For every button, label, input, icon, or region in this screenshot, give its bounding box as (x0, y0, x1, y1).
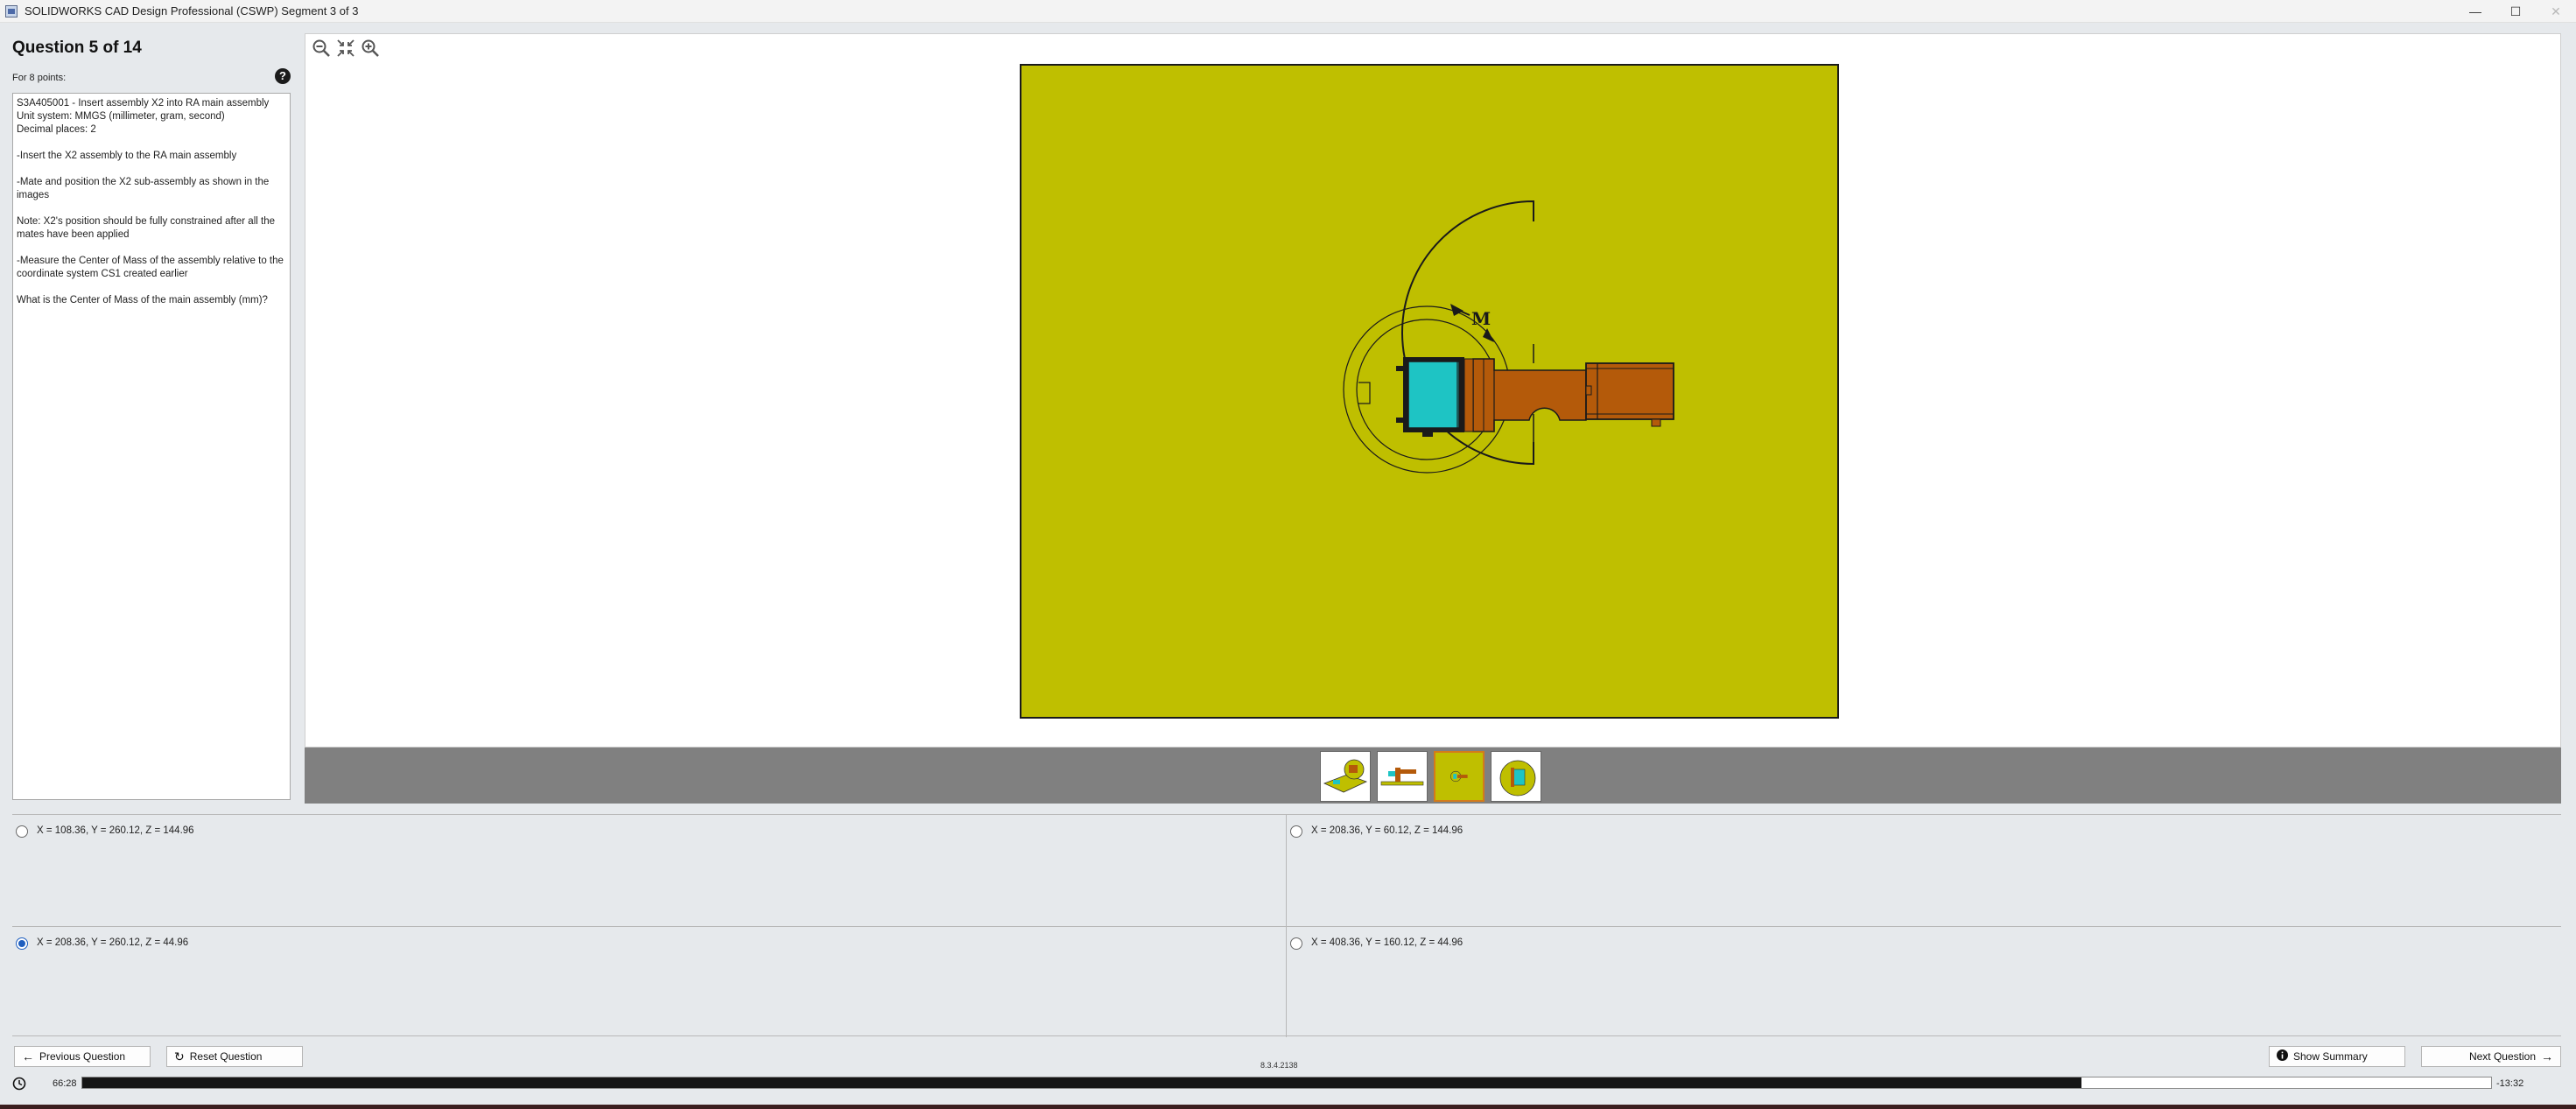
thumbnail-1-image (1323, 759, 1368, 793)
window-title: SOLIDWORKS CAD Design Professional (CSWP… (25, 4, 359, 18)
thumbnail-4-image (1499, 760, 1536, 797)
question-line: What is the Center of Mass of the main a… (17, 295, 268, 305)
thumbnail-3[interactable] (1434, 751, 1485, 802)
arrow-left-icon: ← (22, 1049, 34, 1063)
question-line: -Insert the X2 assembly to the RA main a… (17, 151, 237, 161)
question-points: For 8 points: (12, 73, 67, 83)
time-progress-fill (82, 1077, 2082, 1088)
question-text-box[interactable]: S3A405001 - Insert assembly X2 into RA m… (12, 93, 291, 800)
question-line: -Measure the Center of Mass of the assem… (17, 256, 284, 279)
answer-options: X = 108.36, Y = 260.12, Z = 144.96 X = 2… (12, 814, 2561, 1037)
answer-label-4: X = 408.36, Y = 160.12, Z = 44.96 (1311, 937, 1463, 948)
question-line: Decimal places: 2 (17, 124, 96, 135)
time-progress-bar (81, 1077, 2492, 1089)
answer-radio-1[interactable] (16, 825, 28, 838)
answer-option-1[interactable]: X = 108.36, Y = 260.12, Z = 144.96 (12, 815, 1287, 926)
show-summary-button[interactable]: Show Summary (2269, 1046, 2405, 1067)
thumbnail-2-image (1380, 768, 1424, 786)
reset-question-button[interactable]: ↻ Reset Question (166, 1046, 303, 1067)
answer-label-1: X = 108.36, Y = 260.12, Z = 144.96 (37, 825, 194, 836)
clock-icon (12, 1077, 26, 1095)
cad-drawing-image: M (1020, 64, 1839, 719)
thumbnail-2[interactable] (1377, 751, 1428, 802)
fit-to-window-icon[interactable] (335, 38, 356, 59)
answer-option-4[interactable]: X = 408.36, Y = 160.12, Z = 44.96 (1287, 926, 2561, 1037)
cad-assembly-drawing: M (1343, 200, 1674, 474)
thumbnail-1[interactable] (1320, 751, 1371, 802)
next-question-button[interactable]: Next Question → (2421, 1046, 2561, 1067)
question-panel: Question 5 of 14 For 8 points: ? S3A4050… (0, 23, 303, 805)
svg-text:M: M (1471, 308, 1491, 329)
previous-question-label: Previous Question (39, 1050, 126, 1063)
version-label: 8.3.4.2138 (1260, 1061, 1298, 1070)
question-title: Question 5 of 14 (12, 39, 142, 57)
question-line: -Mate and position the X2 sub-assembly a… (17, 177, 270, 200)
thumbnail-4[interactable] (1491, 751, 1541, 802)
answer-label-2: X = 208.36, Y = 60.12, Z = 144.96 (1311, 825, 1463, 836)
reset-icon: ↻ (174, 1049, 185, 1063)
zoom-toolbar (311, 38, 381, 59)
show-summary-label: Show Summary (2293, 1050, 2368, 1063)
close-button[interactable]: ✕ (2536, 0, 2576, 23)
minimize-button[interactable]: — (2455, 0, 2495, 23)
next-question-label: Next Question (2468, 1050, 2536, 1063)
answer-option-3[interactable]: X = 208.36, Y = 260.12, Z = 44.96 (12, 926, 1287, 1037)
answer-label-3: X = 208.36, Y = 260.12, Z = 44.96 (37, 937, 189, 948)
question-line: Note: X2's position should be fully cons… (17, 216, 275, 240)
answer-radio-4[interactable] (1290, 937, 1302, 950)
info-icon (2277, 1049, 2288, 1063)
app-icon (5, 4, 18, 18)
remaining-time: -13:32 (2496, 1078, 2524, 1089)
question-line: S3A405001 - Insert assembly X2 into RA m… (17, 98, 270, 109)
answer-radio-3[interactable] (16, 937, 28, 950)
reset-question-label: Reset Question (189, 1050, 263, 1063)
zoom-in-icon[interactable] (360, 38, 381, 59)
help-icon[interactable]: ? (275, 68, 291, 84)
maximize-button[interactable]: ☐ (2495, 0, 2536, 23)
taskbar-edge (0, 1105, 2576, 1109)
thumbnail-3-image (1435, 753, 1483, 800)
zoom-out-icon[interactable] (311, 38, 332, 59)
arrow-right-icon: → (2541, 1049, 2553, 1063)
previous-question-button[interactable]: ← Previous Question (14, 1046, 151, 1067)
thumbnail-strip (305, 748, 2561, 804)
answer-option-2[interactable]: X = 208.36, Y = 60.12, Z = 144.96 (1287, 815, 2561, 926)
window-controls: — ☐ ✕ (2455, 0, 2576, 23)
timer-bar: 66:28 -13:32 (0, 1075, 2576, 1094)
elapsed-time: 66:28 (53, 1078, 77, 1089)
answer-radio-2[interactable] (1290, 825, 1302, 838)
question-line: Unit system: MMGS (millimeter, gram, sec… (17, 111, 225, 122)
question-text-block: S3A405001 - Insert assembly X2 into RA m… (17, 97, 286, 137)
title-bar: SOLIDWORKS CAD Design Professional (CSWP… (0, 0, 2576, 23)
image-viewer: M (305, 33, 2561, 748)
